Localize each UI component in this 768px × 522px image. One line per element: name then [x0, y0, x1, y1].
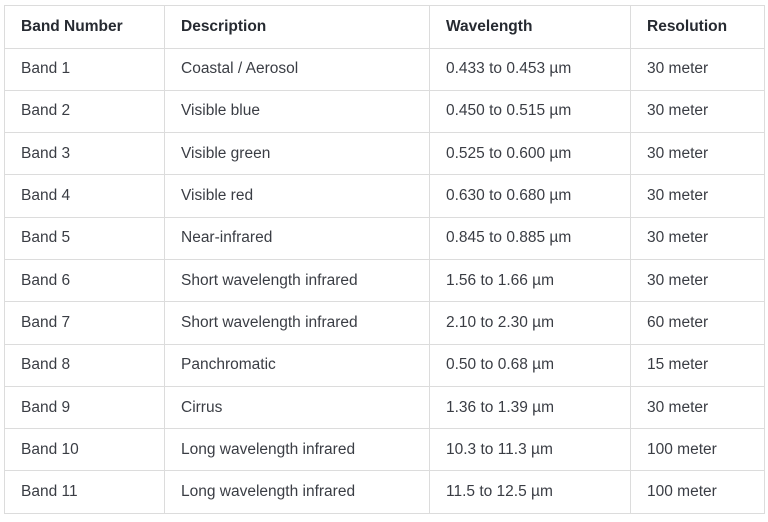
description-cell: Short wavelength infrared: [164, 258, 430, 303]
band-number-cell: Band 5: [4, 216, 165, 260]
wavelength-cell: 1.36 to 1.39 µm: [429, 385, 631, 430]
wavelength-cell: 0.845 to 0.885 µm: [429, 216, 631, 260]
band-number-cell: Band 4: [4, 174, 165, 218]
description-cell: Cirrus: [164, 385, 430, 430]
band-number-cell: Band 1: [4, 47, 165, 91]
wavelength-cell: 0.433 to 0.453 µm: [429, 47, 631, 91]
resolution-cell: 30 meter: [630, 47, 765, 91]
table-row: Band 4 Visible red 0.630 to 0.680 µm 30 met…: [4, 174, 765, 218]
resolution-cell: 30 meter: [630, 385, 765, 430]
description-cell: Long wavelength infrared: [164, 428, 430, 472]
description-cell: Long wavelength infrared: [164, 470, 430, 514]
wavelength-cell: 2.10 to 2.30 µm: [429, 301, 631, 345]
header-row: Band Number Description Wavelength Resol…: [4, 5, 765, 49]
band-number-cell: Band 7: [4, 301, 165, 345]
band-number-cell: Band 9: [4, 385, 165, 430]
description-cell: Visible green: [164, 132, 430, 176]
table-row: Band 10 Long wavelength infrared 10.3 to 1…: [4, 428, 765, 472]
wavelength-cell: 0.50 to 0.68 µm: [429, 343, 631, 387]
wavelength-cell: 0.525 to 0.600 µm: [429, 132, 631, 176]
wavelength-cell: 0.450 to 0.515 µm: [429, 89, 631, 134]
table-row: Band 5 Near-infrared 0.845 to 0.885 µm 30 m…: [4, 216, 765, 260]
resolution-cell: 15 meter: [630, 343, 765, 387]
table-row: Band 9 Cirrus 1.36 to 1.39 µm 30 meter: [4, 385, 765, 430]
table-row: Band 1 Coastal / Aerosol 0.433 to 0.453 µm…: [4, 47, 765, 91]
resolution-cell: 30 meter: [630, 89, 765, 134]
table-row: Band 7 Short wavelength infrared 2.10 to 2…: [4, 301, 765, 345]
band-number-cell: Band 6: [4, 258, 165, 303]
band-table: Band Number Description Wavelength Resol…: [4, 5, 765, 514]
header-description: Description: [164, 5, 430, 49]
resolution-cell: 30 meter: [630, 216, 765, 260]
resolution-cell: 100 meter: [630, 428, 765, 472]
resolution-cell: 30 meter: [630, 258, 765, 303]
description-cell: Coastal / Aerosol: [164, 47, 430, 91]
resolution-cell: 30 meter: [630, 132, 765, 176]
wavelength-cell: 0.630 to 0.680 µm: [429, 174, 631, 218]
description-cell: Short wavelength infrared: [164, 301, 430, 345]
table-row: Band 8 Panchromatic 0.50 to 0.68 µm 15 mete…: [4, 343, 765, 387]
table-row: Band 11 Long wavelength infrared 11.5 to 1…: [4, 470, 765, 514]
table-row: Band 3 Visible green 0.525 to 0.600 µm 30 m…: [4, 132, 765, 176]
band-number-cell: Band 8: [4, 343, 165, 387]
wavelength-cell: 11.5 to 12.5 µm: [429, 470, 631, 514]
description-cell: Panchromatic: [164, 343, 430, 387]
description-cell: Visible blue: [164, 89, 430, 134]
table-row: Band 6 Short wavelength infrared 1.56 to 1…: [4, 258, 765, 303]
resolution-cell: 30 meter: [630, 174, 765, 218]
header-resolution: Resolution: [630, 5, 765, 49]
band-number-cell: Band 10: [4, 428, 165, 472]
wavelength-cell: 10.3 to 11.3 µm: [429, 428, 631, 472]
band-number-cell: Band 11: [4, 470, 165, 514]
band-number-cell: Band 3: [4, 132, 165, 176]
description-cell: Near-infrared: [164, 216, 430, 260]
band-number-cell: Band 2: [4, 89, 165, 134]
header-wavelength: Wavelength: [429, 5, 631, 49]
wavelength-cell: 1.56 to 1.66 µm: [429, 258, 631, 303]
description-cell: Visible red: [164, 174, 430, 218]
header-band-number: Band Number: [4, 5, 165, 49]
table-row: Band 2 Visible blue 0.450 to 0.515 µm 30 me…: [4, 89, 765, 134]
resolution-cell: 60 meter: [630, 301, 765, 345]
resolution-cell: 100 meter: [630, 470, 765, 514]
